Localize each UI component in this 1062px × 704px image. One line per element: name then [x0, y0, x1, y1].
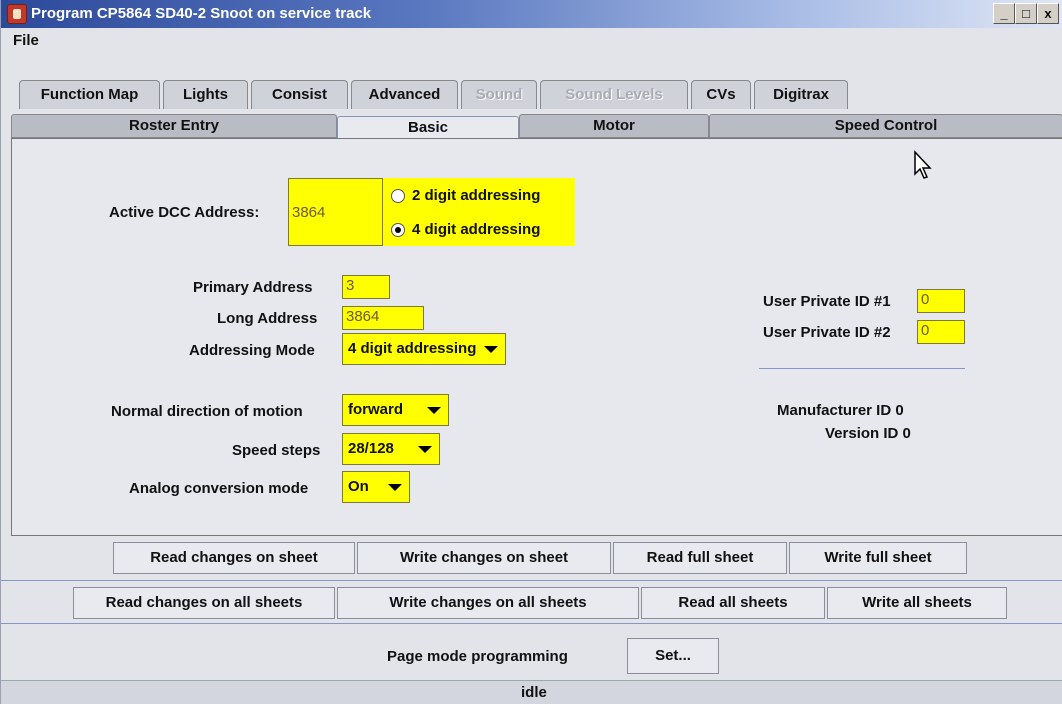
window-controls: _ □ x: [993, 3, 1059, 24]
chevron-down-icon: [388, 484, 402, 491]
radio-checked-icon: [391, 222, 405, 237]
speed-steps-value: 28/128: [348, 440, 394, 457]
tab-basic[interactable]: Basic: [337, 116, 519, 140]
window-title: Program CP5864 SD40-2 Snoot on service t…: [31, 5, 372, 22]
minimize-button[interactable]: _: [993, 3, 1015, 24]
radio-4-digit-label: 4 digit addressing: [412, 221, 541, 238]
menu-file[interactable]: File: [13, 32, 39, 49]
user-id2-label: User Private ID #2: [763, 324, 891, 341]
radio-2-digit-label: 2 digit addressing: [412, 187, 541, 204]
read-all-sheets-button[interactable]: Read all sheets: [641, 587, 825, 619]
addressing-mode-value: 4 digit addressing: [348, 340, 477, 357]
read-changes-sheet-button[interactable]: Read changes on sheet: [113, 542, 355, 574]
set-button[interactable]: Set...: [627, 638, 719, 674]
title-bar[interactable]: Program CP5864 SD40-2 Snoot on service t…: [1, 0, 1062, 28]
speed-steps-select[interactable]: 28/128: [342, 433, 440, 465]
read-changes-all-button[interactable]: Read changes on all sheets: [73, 587, 335, 619]
write-all-sheets-button[interactable]: Write all sheets: [827, 587, 1007, 619]
direction-label: Normal direction of motion: [111, 403, 303, 420]
separator: [759, 368, 965, 369]
tab-lights[interactable]: Lights: [163, 80, 248, 109]
chevron-down-icon: [427, 407, 441, 414]
tab-advanced[interactable]: Advanced: [351, 80, 458, 109]
mouse-cursor-icon: [914, 150, 932, 179]
bottom-tab-row: Roster Entry Basic Motor Speed Control: [11, 108, 1062, 142]
analog-conversion-value: On: [348, 478, 369, 495]
direction-value: forward: [348, 401, 404, 418]
version-id: Version ID 0: [825, 425, 911, 442]
app-icon: [7, 4, 27, 24]
addressing-radio-group: 2 digit addressing 4 digit addressing: [383, 178, 575, 246]
direction-select[interactable]: forward: [342, 394, 449, 426]
speed-steps-label: Speed steps: [232, 442, 321, 459]
addressing-mode-select[interactable]: 4 digit addressing: [342, 333, 506, 365]
tab-motor[interactable]: Motor: [519, 114, 709, 138]
status-text: idle: [521, 684, 547, 701]
active-dcc-label: Active DCC Address:: [109, 204, 260, 221]
radio-2-digit[interactable]: 2 digit addressing: [391, 187, 540, 204]
chevron-down-icon: [418, 446, 432, 453]
program-window: Program CP5864 SD40-2 Snoot on service t…: [0, 0, 1062, 704]
long-address-label: Long Address: [217, 310, 318, 327]
close-button[interactable]: x: [1037, 3, 1059, 24]
tab-roster-entry[interactable]: Roster Entry: [11, 114, 337, 138]
menu-bar: File: [1, 28, 1062, 54]
active-dcc-address-field[interactable]: 3864: [288, 178, 383, 246]
tab-digitrax[interactable]: Digitrax: [754, 80, 848, 109]
primary-address-label: Primary Address: [193, 279, 313, 296]
radio-4-digit[interactable]: 4 digit addressing: [391, 221, 540, 238]
tab-cvs[interactable]: CVs: [691, 80, 751, 109]
primary-address-field[interactable]: 3: [342, 275, 390, 299]
tab-consist[interactable]: Consist: [251, 80, 348, 109]
tab-function-map[interactable]: Function Map: [19, 80, 160, 109]
addressing-mode-label: Addressing Mode: [189, 342, 315, 359]
read-full-sheet-button[interactable]: Read full sheet: [613, 542, 787, 574]
status-bar: idle: [1, 680, 1062, 704]
tab-sound-levels: Sound Levels: [540, 80, 688, 109]
long-address-field[interactable]: 3864: [342, 306, 424, 330]
write-changes-all-button[interactable]: Write changes on all sheets: [337, 587, 639, 619]
programming-mode-label: Page mode programming: [387, 648, 568, 665]
radio-unchecked-icon: [391, 188, 405, 203]
user-id2-field[interactable]: 0: [917, 320, 965, 344]
tab-sound: Sound: [461, 80, 537, 109]
write-full-sheet-button[interactable]: Write full sheet: [789, 542, 967, 574]
analog-conversion-label: Analog conversion mode: [129, 480, 309, 497]
tab-speed-control[interactable]: Speed Control: [709, 114, 1062, 138]
all-sheets-button-row: Read changes on all sheets Write changes…: [1, 581, 1062, 623]
user-id1-label: User Private ID #1: [763, 293, 891, 310]
sheet-button-row: Read changes on sheet Write changes on s…: [1, 536, 1062, 580]
chevron-down-icon: [484, 346, 498, 353]
analog-conversion-select[interactable]: On: [342, 471, 410, 503]
user-id1-field[interactable]: 0: [917, 289, 965, 313]
maximize-button[interactable]: □: [1015, 3, 1037, 24]
programming-row: Page mode programming Set...: [1, 624, 1062, 678]
manufacturer-id: Manufacturer ID 0: [777, 402, 904, 419]
write-changes-sheet-button[interactable]: Write changes on sheet: [357, 542, 611, 574]
